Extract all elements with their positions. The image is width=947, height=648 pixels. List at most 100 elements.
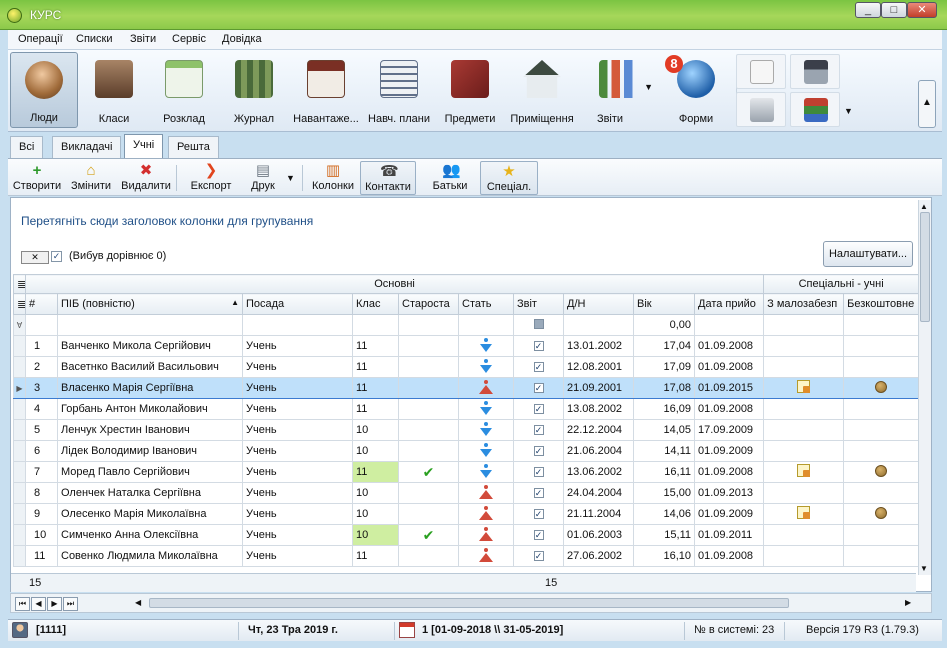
row-indicator[interactable] [13,524,26,546]
clear-filter-button[interactable]: ✕ [21,251,49,264]
table-row[interactable]: 9 Олесенко Марія Миколаївна Учень 10 ✓ 21.11.… [13,503,920,525]
create-button[interactable]: + Створити [12,161,62,195]
group-by-hint[interactable]: Перетягніть сюди заголовок колонки для г… [21,214,313,228]
export-button[interactable]: ❯ Експорт [184,161,238,195]
status-period[interactable]: 1 [01-09-2018 \\ 31-05-2019] [422,624,563,636]
col-header-class[interactable]: Клас [352,293,399,315]
table-row[interactable]: 1 Ванченко Микола Сергійович Учень 11 ✓ 13.01… [13,335,920,357]
menu-reports[interactable]: Звіти [130,33,156,45]
print-button[interactable]: ▤ Друк [242,161,284,195]
table-row[interactable]: 7 Моред Павло Сергійович Учень 11 ✔ ✓ 13.06.20… [13,461,920,483]
report-cell[interactable]: ✓ [513,524,564,546]
row-indicator[interactable] [13,419,26,441]
report-checkbox[interactable]: ✓ [533,362,544,372]
report-checkbox[interactable]: ✓ [533,404,544,414]
row-indicator[interactable] [13,356,26,378]
report-checkbox[interactable]: ✓ [533,446,544,456]
filter-cell[interactable] [398,314,459,336]
close-button[interactable]: ✕ [907,2,937,18]
ribbon-rooms-button[interactable]: Приміщення [506,52,578,128]
report-cell[interactable]: ✓ [513,377,564,399]
row-indicator[interactable] [13,503,26,525]
row-indicator[interactable]: ▶ [13,377,26,399]
report-checkbox[interactable]: ✓ [533,467,544,477]
tab-all[interactable]: Всі [10,136,44,158]
ribbon-people-button[interactable]: Люди [10,52,78,128]
ribbon-document-button[interactable] [736,54,786,89]
next-record-button[interactable]: ▶ [47,597,62,611]
band-main-header[interactable]: Основні [24,274,765,294]
ribbon-reports-button[interactable]: Звіти ▼ [580,52,656,128]
tab-students[interactable]: Учні [124,134,164,159]
menu-service[interactable]: Сервіс [172,33,206,45]
reports-dropdown-icon[interactable]: ▼ [644,82,653,92]
table-row[interactable]: ▶ 3 Власенко Марія Сергіївна Учень 11 ✓ 21.09.… [13,377,920,399]
filter-cell[interactable] [352,314,399,336]
report-checkbox[interactable]: ✓ [533,383,544,393]
delete-button[interactable]: ✖ Видалити [120,161,172,195]
col-header-head[interactable]: Староста [398,293,459,315]
row-indicator[interactable] [13,440,26,462]
last-record-button[interactable]: ⏭ [63,597,78,611]
special-button[interactable]: ★ Спеціал. [480,161,538,195]
col-header-admission-date[interactable]: Дата прийо [693,293,765,315]
print-dropdown-icon[interactable]: ▼ [286,173,295,183]
report-cell[interactable]: ✓ [513,503,564,525]
report-checkbox[interactable]: ✓ [533,509,544,519]
col-header-report[interactable]: Звіт [513,293,564,315]
col-header-number[interactable]: # [25,293,58,315]
filter-enabled-checkbox[interactable]: ✓ [51,251,62,262]
filter-cell[interactable] [693,314,765,336]
report-cell[interactable]: ✓ [513,419,564,441]
row-indicator[interactable] [13,461,26,483]
report-cell[interactable]: ✓ [513,398,564,420]
ribbon-more-dropdown-icon[interactable]: ▼ [844,106,853,116]
filter-age-cell[interactable]: 0,00 [633,314,695,336]
col-header-name[interactable]: ПІБ (повністю) ▲ [57,293,243,315]
filter-cell[interactable] [763,314,845,336]
scroll-up-icon[interactable]: ▲ [920,202,928,211]
columns-button[interactable]: ▥ Колонки [308,161,358,195]
row-indicator[interactable] [13,482,26,504]
col-header-position[interactable]: Посада [242,293,353,315]
report-checkbox[interactable]: ✓ [533,425,544,435]
col-header-low-income[interactable]: З малозабезп [763,293,845,315]
scroll-down-icon[interactable]: ▼ [920,564,928,573]
band-special-header[interactable]: Спеціальні - учні [763,274,920,294]
calendar-icon[interactable] [399,622,415,638]
col-header-sex[interactable]: Стать [458,293,514,315]
ribbon-subjects-button[interactable]: Предмети [436,52,504,128]
filter-cell[interactable] [563,314,634,336]
table-row[interactable]: 2 Васетнко Василий Васильович Учень 11 ✓ 12.0… [13,356,920,378]
filter-text[interactable]: (Вибув дорівнює 0) [69,250,166,262]
minimize-button[interactable]: _ [855,2,881,18]
report-cell[interactable]: ✓ [513,545,564,567]
first-record-button[interactable]: ⏮ [15,597,30,611]
filter-cell[interactable] [458,314,514,336]
table-row[interactable]: 10 Симченко Анна Олексіївна Учень 10 ✔ ✓ 01.06… [13,524,920,546]
scroll-right-icon[interactable]: ▶ [905,598,911,607]
ribbon-plans-button[interactable]: Навч. плани [364,52,434,128]
tab-teachers[interactable]: Викладачі [52,136,122,158]
prev-record-button[interactable]: ◀ [31,597,46,611]
filter-cell[interactable] [25,314,58,336]
maximize-button[interactable]: □ [881,2,907,18]
report-cell[interactable]: ✓ [513,461,564,483]
ribbon-classes-button[interactable]: Класи [80,52,148,128]
report-cell[interactable]: ✓ [513,335,564,357]
menu-help[interactable]: Довідка [222,33,262,45]
report-checkbox[interactable]: ✓ [533,341,544,351]
report-cell[interactable]: ✓ [513,356,564,378]
parents-button[interactable]: 👥 Батьки [422,161,478,195]
table-row[interactable]: 6 Лідек Володимир Іванович Учень 10 ✓ 21.06.2… [13,440,920,462]
report-checkbox[interactable]: ✓ [533,488,544,498]
report-checkbox[interactable]: ✓ [533,530,544,540]
col-header-free[interactable]: Безкоштовне [843,293,920,315]
ribbon-schedule-button[interactable]: Розклад [150,52,218,128]
ribbon-printer-button[interactable] [736,92,786,127]
table-row[interactable]: 5 Ленчук Хрестин Іванович Учень 10 ✓ 22.12.20… [13,419,920,441]
contacts-button[interactable]: ☎ Контакти [360,161,416,195]
report-cell[interactable]: ✓ [513,482,564,504]
table-row[interactable]: 4 Горбань Антон Миколайович Учень 11 ✓ 13.08.… [13,398,920,420]
table-row[interactable]: 11 Совенко Людмила Миколаївна Учень 11 ✓ 27.0… [13,545,920,567]
